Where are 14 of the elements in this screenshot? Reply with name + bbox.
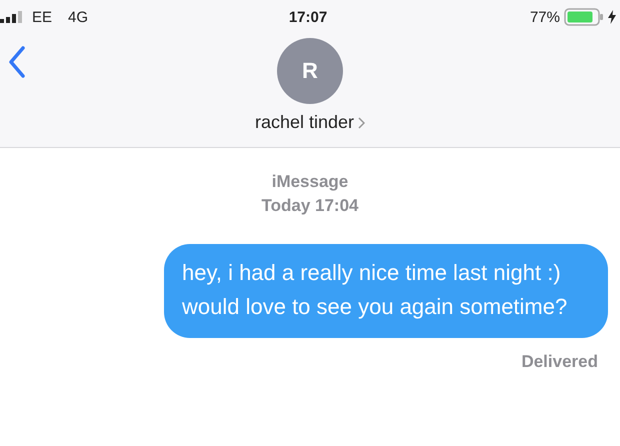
carrier: EE	[32, 8, 52, 26]
network-type: 4G	[68, 8, 88, 26]
message-bubble: hey, i had a really nice time last night :) would love to see you again sometime?	[164, 244, 608, 338]
battery-icon	[564, 8, 604, 26]
back-icon	[8, 46, 26, 78]
message-timestamp: Today 17:04	[261, 196, 358, 216]
delivery-status: Delivered	[521, 352, 598, 372]
battery-percent: 77%	[530, 8, 560, 26]
back-button[interactable]	[8, 46, 26, 78]
signal-icon	[0, 11, 24, 23]
clock: 17:07	[288, 8, 328, 26]
service-label: iMessage	[272, 172, 348, 192]
chevron-icon	[358, 116, 366, 128]
contact-name[interactable]: rachel tinder	[254, 112, 354, 133]
